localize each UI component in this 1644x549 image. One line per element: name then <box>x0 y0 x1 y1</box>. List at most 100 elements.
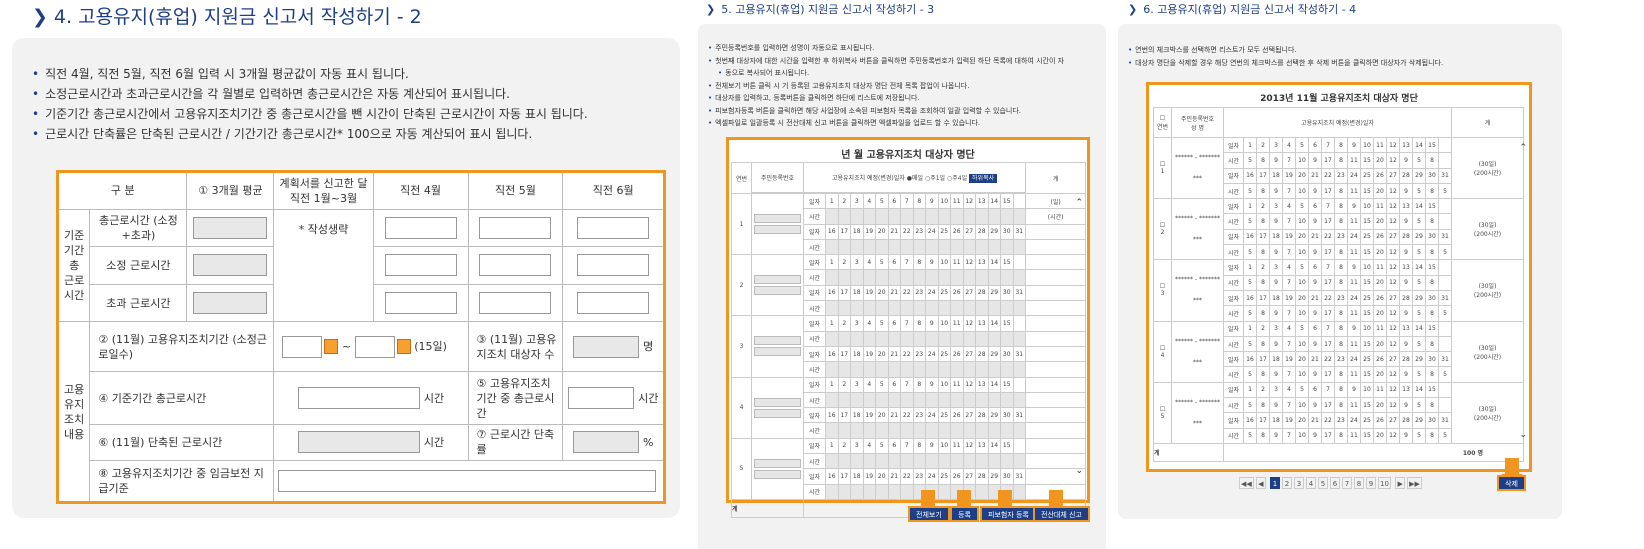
hour-input-cell[interactable] <box>850 330 864 347</box>
hour-input-cell[interactable] <box>875 269 889 286</box>
hour-input-cell[interactable] <box>887 238 901 256</box>
hour-input-cell[interactable] <box>912 300 926 317</box>
delete-button[interactable]: 삭제 <box>1497 475 1526 491</box>
hour-input-cell[interactable] <box>875 422 889 439</box>
hour-input-cell[interactable] <box>900 391 914 409</box>
hour-input-cell[interactable] <box>825 361 839 378</box>
hour-input-cell[interactable] <box>962 269 976 286</box>
hour-input-cell[interactable] <box>1012 300 1027 317</box>
hour-input-cell[interactable] <box>987 300 1001 317</box>
scroll-down-icon[interactable]: ⌄ <box>1519 430 1527 440</box>
hour-input-cell[interactable] <box>1000 300 1014 317</box>
hour-input-cell[interactable] <box>837 422 851 439</box>
hour-input-cell[interactable] <box>850 238 864 256</box>
hour-input-cell[interactable] <box>950 453 964 470</box>
row-checkbox[interactable]: ☐ 2 <box>1153 198 1172 261</box>
hour-input-cell[interactable] <box>962 453 976 470</box>
hour-input-cell[interactable] <box>862 483 876 500</box>
name-input[interactable] <box>754 408 801 418</box>
hour-input-cell[interactable] <box>837 330 851 347</box>
period-hours-input[interactable] <box>568 387 635 410</box>
scroll-down-icon[interactable]: ⌄ <box>1075 466 1083 476</box>
hour-input-cell[interactable] <box>900 208 914 225</box>
hour-input-cell[interactable] <box>987 208 1001 225</box>
hour-input-cell[interactable] <box>987 453 1001 470</box>
hour-input-cell[interactable] <box>862 300 876 317</box>
hour-input-cell[interactable] <box>887 422 901 439</box>
id-input[interactable] <box>754 275 801 285</box>
month6-total-input[interactable] <box>577 216 650 239</box>
month4-overtime-input[interactable] <box>384 292 457 315</box>
hour-input-cell[interactable] <box>962 422 976 439</box>
first-page-button[interactable]: ◀◀ <box>1239 477 1254 489</box>
hour-input-cell[interactable] <box>950 269 964 286</box>
hour-input-cell[interactable] <box>925 453 939 470</box>
hour-input-cell[interactable] <box>887 208 901 225</box>
hour-input-cell[interactable] <box>875 483 889 500</box>
row-checkbox[interactable]: ☐ 3 <box>1153 259 1172 322</box>
month5-regular-input[interactable] <box>479 254 552 277</box>
hour-input-cell[interactable] <box>950 208 964 225</box>
month6-regular-input[interactable] <box>577 254 650 277</box>
page-link[interactable]: 2 <box>1282 477 1293 489</box>
hour-input-cell[interactable] <box>862 453 876 470</box>
hour-input-cell[interactable] <box>850 361 864 378</box>
hour-input-cell[interactable] <box>937 422 951 439</box>
hour-input-cell[interactable] <box>862 361 876 378</box>
hour-input-cell[interactable] <box>975 422 989 439</box>
hour-input-cell[interactable] <box>987 391 1001 409</box>
hour-input-cell[interactable] <box>962 391 976 409</box>
page-link[interactable]: 8 <box>1354 477 1365 489</box>
hour-input-cell[interactable] <box>975 391 989 409</box>
hour-input-cell[interactable] <box>1000 269 1014 286</box>
hour-input-cell[interactable] <box>1012 361 1027 378</box>
view-all-button[interactable]: 전체보기 <box>908 506 950 522</box>
hour-input-cell[interactable] <box>875 208 889 225</box>
month5-overtime-input[interactable] <box>479 292 552 315</box>
register-button[interactable]: 등록 <box>950 506 979 522</box>
hour-input-cell[interactable] <box>1012 391 1027 409</box>
hour-input-cell[interactable] <box>925 300 939 317</box>
hour-input-cell[interactable] <box>887 269 901 286</box>
hour-input-cell[interactable] <box>950 391 964 409</box>
hour-input-cell[interactable] <box>912 269 926 286</box>
hour-input-cell[interactable] <box>837 453 851 470</box>
hour-input-cell[interactable] <box>837 483 851 500</box>
hour-input-cell[interactable] <box>825 391 839 409</box>
hour-input-cell[interactable] <box>912 361 926 378</box>
hour-input-cell[interactable] <box>862 422 876 439</box>
hour-input-cell[interactable] <box>925 361 939 378</box>
page-link[interactable]: 7 <box>1342 477 1353 489</box>
hour-input-cell[interactable] <box>962 330 976 347</box>
row-checkbox[interactable]: ☐ 1 <box>1153 136 1172 200</box>
hour-input-cell[interactable] <box>1012 453 1027 470</box>
hour-input-cell[interactable] <box>837 269 851 286</box>
month4-total-input[interactable] <box>384 216 457 239</box>
hour-input-cell[interactable] <box>937 269 951 286</box>
row-checkbox[interactable]: ☐ 4 <box>1153 320 1172 383</box>
hour-input-cell[interactable] <box>925 330 939 347</box>
hour-input-cell[interactable] <box>925 422 939 439</box>
hour-input-cell[interactable] <box>900 269 914 286</box>
hour-input-cell[interactable] <box>850 422 864 439</box>
hour-input-cell[interactable] <box>900 330 914 347</box>
hour-input-cell[interactable] <box>975 361 989 378</box>
hour-input-cell[interactable] <box>862 269 876 286</box>
page-link[interactable]: 4 <box>1306 477 1317 489</box>
page-link[interactable]: 6 <box>1330 477 1341 489</box>
hour-input-cell[interactable] <box>1012 269 1027 286</box>
hour-input-cell[interactable] <box>937 391 951 409</box>
hour-input-cell[interactable] <box>1000 361 1014 378</box>
hour-input-cell[interactable] <box>825 269 839 286</box>
hour-input-cell[interactable] <box>850 208 864 225</box>
hour-input-cell[interactable] <box>825 300 839 317</box>
hour-input-cell[interactable] <box>1000 330 1014 347</box>
hour-input-cell[interactable] <box>1000 391 1014 409</box>
hour-input-cell[interactable] <box>987 330 1001 347</box>
select-all-checkbox[interactable]: ☐ 연번 <box>1153 107 1172 138</box>
row-checkbox[interactable]: ☐ 5 <box>1153 381 1172 444</box>
name-input[interactable] <box>754 286 801 296</box>
wage-standard-input[interactable] <box>278 470 657 493</box>
hour-input-cell[interactable] <box>850 453 864 470</box>
hour-input-cell[interactable] <box>937 330 951 347</box>
